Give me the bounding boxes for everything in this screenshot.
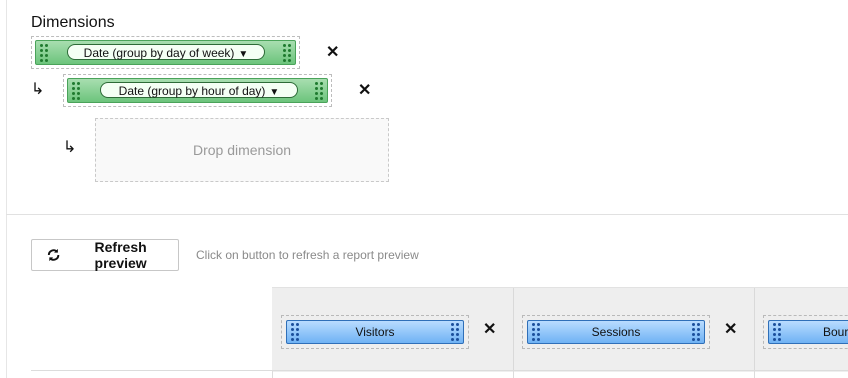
chevron-down-icon: ▼ bbox=[238, 49, 249, 60]
remove-metric-visitors-icon[interactable]: ✕ bbox=[483, 322, 496, 338]
nested-arrow-icon: ↳ bbox=[63, 139, 77, 156]
drag-handle-icon[interactable] bbox=[315, 82, 323, 100]
drag-handle-icon[interactable] bbox=[692, 323, 700, 341]
remove-dimension-1-icon[interactable]: ✕ bbox=[326, 45, 339, 61]
metric-slot-sessions: Sessions bbox=[522, 315, 710, 349]
dimension-label: Date (group by hour of day) bbox=[118, 84, 266, 98]
drag-handle-icon[interactable] bbox=[291, 323, 299, 341]
left-border bbox=[6, 0, 7, 378]
metric-label: Visitors bbox=[355, 325, 395, 339]
dimensions-title: Dimensions bbox=[31, 14, 115, 31]
drag-handle-icon[interactable] bbox=[451, 323, 459, 341]
refresh-hint: Click on button to refresh a report prev… bbox=[196, 248, 419, 262]
drag-handle-icon[interactable] bbox=[283, 44, 291, 62]
dimension-select-day-of-week[interactable]: Date (group by day of week) ▼ bbox=[67, 44, 265, 60]
refresh-preview-label: Refresh preview bbox=[94, 239, 147, 271]
nested-arrow-icon: ↳ bbox=[31, 81, 45, 98]
grid-row-border bbox=[31, 370, 848, 371]
remove-dimension-2-icon[interactable]: ✕ bbox=[358, 83, 371, 99]
drag-handle-icon[interactable] bbox=[40, 44, 48, 62]
column-divider bbox=[754, 288, 755, 372]
chevron-down-icon: ▼ bbox=[269, 87, 280, 98]
metric-label: Sessions bbox=[591, 325, 641, 339]
remove-metric-sessions-icon[interactable]: ✕ bbox=[724, 322, 737, 338]
grid-cell-border bbox=[754, 371, 755, 378]
section-divider bbox=[6, 214, 848, 215]
column-divider bbox=[513, 288, 514, 372]
dimension-slot-1: Date (group by day of week) ▼ bbox=[31, 36, 300, 69]
drop-dimension-zone[interactable]: Drop dimension bbox=[95, 118, 389, 182]
dimension-slot-2: Date (group by hour of day) ▼ bbox=[63, 74, 332, 107]
dimension-chip-hour-of-day[interactable]: Date (group by hour of day) ▼ bbox=[67, 78, 328, 103]
grid-cell-border bbox=[272, 371, 273, 378]
metric-slot-bounce: Bour bbox=[763, 315, 848, 349]
drag-handle-icon[interactable] bbox=[532, 323, 540, 341]
metric-label: Bour bbox=[823, 325, 848, 339]
metric-slot-visitors: Visitors bbox=[281, 315, 469, 349]
grid-cell-border bbox=[513, 371, 514, 378]
dimension-label: Date (group by day of week) bbox=[83, 46, 235, 60]
dimension-chip-day-of-week[interactable]: Date (group by day of week) ▼ bbox=[35, 40, 296, 65]
refresh-preview-button[interactable]: Refresh preview bbox=[31, 239, 179, 271]
drag-handle-icon[interactable] bbox=[72, 82, 80, 100]
dimension-select-hour-of-day[interactable]: Date (group by hour of day) ▼ bbox=[100, 82, 298, 98]
metrics-header: Visitors ✕ Sessions ✕ Bour bbox=[272, 287, 848, 372]
refresh-icon bbox=[47, 248, 60, 262]
drop-dimension-label: Drop dimension bbox=[192, 142, 292, 158]
metric-chip-bounce[interactable]: Bour bbox=[768, 320, 848, 344]
metric-chip-visitors[interactable]: Visitors bbox=[286, 320, 464, 344]
drag-handle-icon[interactable] bbox=[773, 323, 781, 341]
metric-chip-sessions[interactable]: Sessions bbox=[527, 320, 705, 344]
